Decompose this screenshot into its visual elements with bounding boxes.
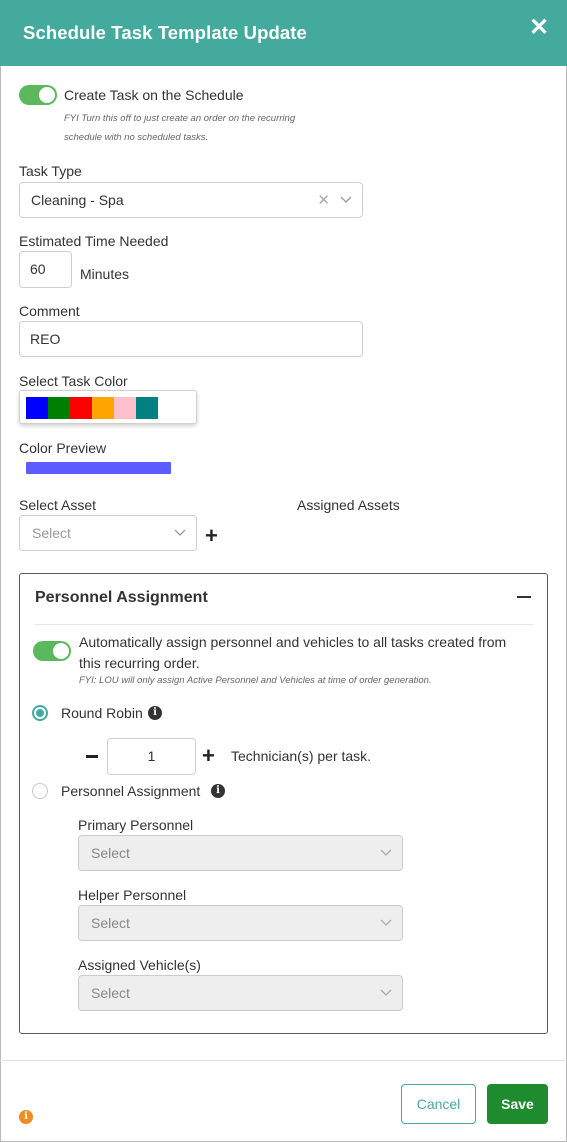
toggle-knob	[39, 87, 55, 103]
auto-assign-line: Automatically assign personnel and vehic…	[79, 634, 507, 650]
footer-divider	[0, 1060, 567, 1061]
chevron-down-icon	[340, 196, 352, 203]
color-swatch[interactable]	[92, 397, 114, 419]
clear-icon[interactable]: ✕	[317, 191, 330, 209]
task-color-label: Select Task Color	[19, 373, 128, 389]
color-swatch[interactable]	[26, 397, 48, 419]
modal-title: Schedule Task Template Update	[23, 22, 307, 43]
auto-assign-toggle[interactable]	[33, 641, 71, 661]
auto-assign-label: Automatically assign personnel and vehic…	[79, 632, 506, 674]
select-asset-label: Select Asset	[19, 497, 97, 513]
fyi-line: FYI Turn this off to just create an orde…	[64, 113, 296, 124]
info-icon[interactable]: i	[19, 1110, 33, 1124]
round-robin-radio[interactable]	[32, 705, 48, 721]
panel-title: Personnel Assignment	[35, 589, 208, 606]
estimated-time-input[interactable]: 60	[19, 251, 72, 288]
cancel-button[interactable]: Cancel	[401, 1084, 476, 1124]
technician-suffix: Technician(s) per task.	[231, 748, 372, 764]
asset-select-placeholder: Select	[32, 525, 71, 541]
color-swatch[interactable]	[48, 397, 70, 419]
color-swatch[interactable]	[114, 397, 136, 419]
technician-count-input[interactable]: 1	[107, 738, 196, 775]
task-type-value: Cleaning - Spa	[31, 192, 124, 208]
create-task-fyi: FYI Turn this off to just create an orde…	[64, 109, 295, 147]
info-icon[interactable]: i	[148, 706, 162, 720]
color-swatch[interactable]	[70, 397, 92, 419]
personnel-assignment-radio[interactable]	[32, 783, 48, 799]
close-icon[interactable]: ✕	[529, 16, 549, 40]
color-preview-bar	[26, 462, 171, 474]
add-asset-icon[interactable]: +	[205, 525, 218, 547]
color-preview-label: Color Preview	[19, 440, 107, 456]
helper-personnel-label: Helper Personnel	[78, 887, 187, 903]
assigned-vehicles-select[interactable]: Select	[78, 975, 403, 1011]
primary-personnel-select[interactable]: Select	[78, 835, 403, 871]
chevron-down-icon	[380, 989, 392, 996]
helper-personnel-placeholder: Select	[91, 915, 130, 931]
create-task-toggle[interactable]	[19, 85, 57, 105]
decrement-icon[interactable]	[86, 755, 98, 758]
task-type-select[interactable]: Cleaning - Spa ✕	[19, 182, 363, 218]
task-type-label: Task Type	[19, 163, 82, 179]
assigned-vehicles-label: Assigned Vehicle(s)	[78, 957, 201, 973]
personnel-assignment-label: Personnel Assignment	[61, 783, 201, 799]
save-button[interactable]: Save	[487, 1084, 548, 1124]
assigned-vehicles-placeholder: Select	[91, 985, 130, 1001]
helper-personnel-select[interactable]: Select	[78, 905, 403, 941]
comment-label: Comment	[19, 303, 80, 319]
chevron-down-icon	[380, 919, 392, 926]
auto-assign-fyi: FYI: LOU will only assign Active Personn…	[79, 675, 432, 686]
comment-input[interactable]: REO	[19, 321, 363, 357]
asset-select[interactable]: Select	[19, 515, 197, 551]
primary-personnel-placeholder: Select	[91, 845, 130, 861]
assigned-assets-label: Assigned Assets	[297, 497, 400, 513]
chevron-down-icon	[174, 529, 186, 536]
panel-divider	[35, 624, 533, 625]
collapse-icon[interactable]	[517, 596, 531, 598]
color-palette	[19, 390, 197, 424]
create-task-label: Create Task on the Schedule	[64, 87, 244, 103]
round-robin-label: Round Robin	[61, 705, 143, 721]
chevron-down-icon	[380, 849, 392, 856]
estimated-time-label: Estimated Time Needed	[19, 233, 169, 249]
info-icon[interactable]: i	[211, 784, 225, 798]
color-swatch[interactable]	[136, 397, 158, 419]
toggle-knob	[53, 643, 69, 659]
primary-personnel-label: Primary Personnel	[78, 817, 194, 833]
personnel-assignment-panel: Personnel Assignment Automatically assig…	[19, 573, 548, 1034]
modal-header: Schedule Task Template Update ✕	[0, 0, 567, 66]
fyi-line: schedule with no scheduled tasks.	[64, 132, 209, 143]
increment-icon[interactable]: +	[202, 745, 215, 767]
minutes-unit: Minutes	[80, 266, 130, 282]
